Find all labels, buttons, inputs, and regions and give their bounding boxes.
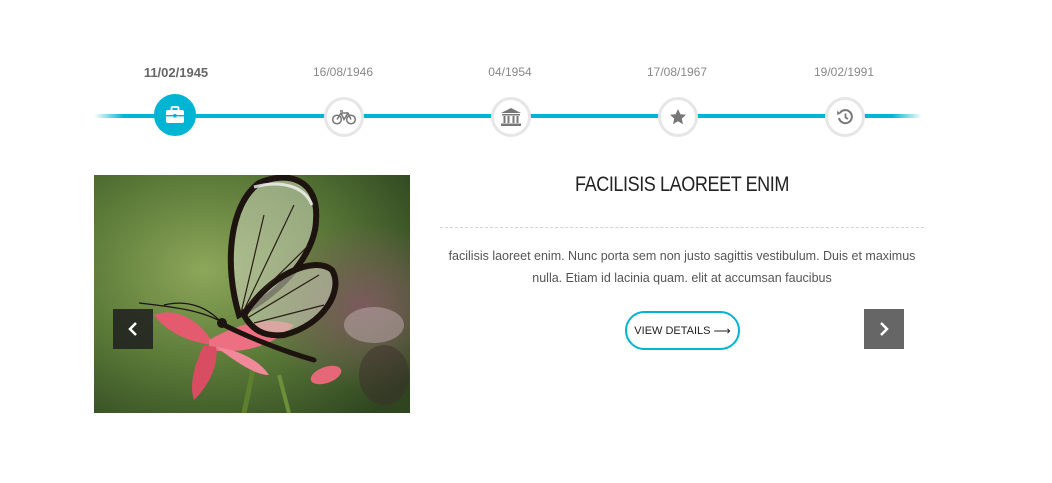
timeline-item-2[interactable]: 16/08/1946 [283,60,403,140]
chevron-right-icon [880,322,889,336]
chevron-left-icon [128,322,137,336]
bicycle-icon [324,97,364,137]
timeline-date: 16/08/1946 [312,65,374,79]
timeline-item-3[interactable]: 04/1954 [450,60,570,140]
timeline-item-1[interactable]: 11/02/1945 [116,60,236,140]
slide-image [94,175,410,413]
slide-content: FACILISIS LAOREET ENIM facilisis laoreet… [440,170,924,289]
timeline-date: 19/02/1991 [813,65,875,79]
timeline-item-5[interactable]: 19/02/1991 [784,60,904,140]
timeline-date: 17/08/1967 [646,65,708,79]
timeline: 11/02/1945 16/08/1946 04/1954 17/08/1967… [0,0,1052,150]
arrow-right-icon: ⟶ [713,323,731,338]
view-details-label: VIEW DETAILS [634,324,711,337]
butterfly-image [94,175,410,413]
prev-slide-button[interactable] [113,309,153,349]
divider [440,227,924,228]
history-icon [825,97,865,137]
view-details-button[interactable]: VIEW DETAILS ⟶ [625,311,740,350]
star-icon [658,97,698,137]
slide-title: FACILISIS LAOREET ENIM [574,173,790,196]
timeline-date: 04/1954 [488,65,532,79]
timeline-date: 11/02/1945 [143,65,209,80]
briefcase-icon [154,94,196,136]
slide-description: facilisis laoreet enim. Nunc porta sem n… [448,249,916,285]
timeline-item-4[interactable]: 17/08/1967 [617,60,737,140]
bank-icon [491,97,531,137]
next-slide-button[interactable] [864,309,904,349]
